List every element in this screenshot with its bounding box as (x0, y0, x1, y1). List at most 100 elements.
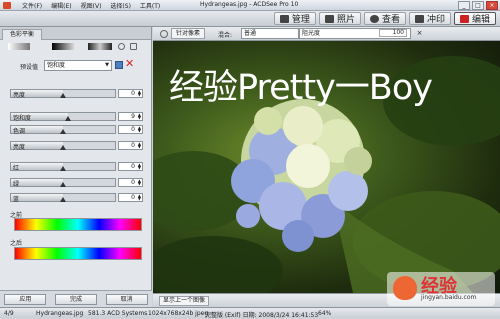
slider-thumb[interactable] (60, 93, 66, 98)
cancel-button[interactable]: 取消 (105, 293, 148, 305)
preset-dropdown[interactable]: 饱和度 ▼ (44, 60, 112, 71)
slider-row: 蓝 0 ▲ ▼ (10, 191, 143, 203)
spinner-icon[interactable]: ▲ ▼ (138, 142, 141, 149)
spinner-icon[interactable]: ▲ ▼ (138, 126, 141, 133)
slider-value-input[interactable]: 0 ▲ ▼ (118, 193, 143, 202)
slider-label: 饱和度 (13, 115, 32, 122)
gradient-swatch[interactable] (8, 43, 30, 50)
slider-row: 红 0 ▲ ▼ (10, 160, 143, 172)
slider-track[interactable]: 饱和度 (10, 112, 116, 122)
slider-row: 亮度 0 ▲ ▼ (10, 87, 143, 99)
spinner-icon[interactable]: ▲ ▼ (138, 163, 141, 170)
grid-icon (279, 14, 289, 23)
slider-track[interactable]: 亮度 (10, 141, 116, 151)
title-bar: 文件(F) 编辑(E) 视图(V) 选择(S) 工具(T) Hydrangeas… (0, 0, 500, 11)
target-icon[interactable] (160, 30, 168, 38)
photo-icon (324, 14, 334, 23)
close-button[interactable]: × (486, 1, 498, 10)
chevron-down-icon: ▼ (105, 62, 109, 68)
window-title: Hydrangeas.jpg - ACDSee Pro 10 (200, 1, 299, 8)
develop-icon (414, 14, 424, 23)
slider-thumb[interactable] (60, 182, 66, 187)
done-button[interactable]: 完成 (54, 293, 97, 305)
reset-icon[interactable] (118, 43, 125, 50)
spinner-icon[interactable]: ▲ ▼ (138, 179, 141, 186)
image-viewer: 针对像素 混合: 普通 阻光度 100 × 经验Pretty一Boy 显示上一个… (153, 27, 500, 307)
blend-label: 混合: (218, 32, 233, 39)
spinner-icon[interactable]: ▲ ▼ (138, 194, 141, 201)
hydrangea-photo: 经验Pretty一Boy (153, 41, 500, 293)
overlay-text: 经验Pretty一Boy (169, 68, 433, 108)
tab-color-balance[interactable]: 色彩平衡 (2, 29, 42, 40)
watermark-url: jingyan.baidu.com (421, 294, 477, 301)
slider-value-input[interactable]: 0 ▲ ▼ (118, 162, 143, 171)
slider-value-input[interactable]: 0 ▲ ▼ (118, 89, 143, 98)
eye-icon (369, 14, 379, 23)
apply-button[interactable]: 应用 (4, 293, 47, 305)
gradient-swatch[interactable] (52, 43, 76, 50)
spinner-icon[interactable]: ▲ ▼ (138, 90, 141, 97)
slider-value-input[interactable]: 0 ▲ ▼ (118, 178, 143, 187)
slider-label: 亮度 (13, 92, 26, 99)
edit-icon (459, 14, 469, 23)
file-size: 581.3 ACD Systems (88, 310, 148, 317)
watermark: 经验 jingyan.baidu.com (387, 272, 495, 306)
preset-label: 预设值 (20, 64, 39, 71)
slider-row: 饱和度 9 ▲ ▼ (10, 110, 143, 122)
slider-label: 绿 (13, 181, 20, 188)
menu-file[interactable]: 文件(F) (22, 1, 42, 10)
slider-track[interactable]: 绿 (10, 178, 116, 188)
slider-value-input[interactable]: 0 ▲ ▼ (118, 141, 143, 150)
slider-thumb[interactable] (60, 145, 66, 150)
previous-image-button[interactable]: 显示上一个图像 (159, 296, 210, 306)
slider-track[interactable]: 红 (10, 162, 116, 172)
menu-select[interactable]: 选择(S) (110, 1, 131, 10)
slider-label: 红 (13, 165, 20, 172)
color-balance-panel: 色彩平衡 预设值 饱和度 ▼ ✕ 亮度 0 ▲ ▼ 饱和度 9 ▲ ▼ 色调 0 ▲ ▼ 亮度 0 ▲ ▼ 红 0 ▲… (0, 27, 152, 307)
menu-tools[interactable]: 工具(T) (140, 1, 160, 10)
slider-value-input[interactable]: 9 ▲ ▼ (118, 112, 143, 121)
menu-bar: 文件(F) 编辑(E) 视图(V) 选择(S) 工具(T) (22, 1, 160, 10)
close-icon[interactable]: × (415, 29, 424, 38)
menu-view[interactable]: 视图(V) (81, 1, 102, 10)
slider-thumb[interactable] (60, 197, 66, 202)
mode-manage-button[interactable]: 管理 (273, 12, 316, 25)
opacity-input[interactable]: 100 (379, 29, 407, 37)
blend-dropdown[interactable]: 普通 (241, 28, 299, 39)
slider-thumb[interactable] (65, 116, 72, 121)
slider-thumb[interactable] (60, 166, 66, 171)
spinner-icon[interactable]: ▲ ▼ (138, 113, 141, 120)
mode-bar: 管理 照片 查看 冲印 编辑 (0, 11, 500, 27)
paw-logo-icon (393, 276, 417, 300)
slider-value-input[interactable]: 0 ▲ ▼ (118, 125, 143, 134)
slider-row: 色调 0 ▲ ▼ (10, 123, 143, 135)
slider-track[interactable]: 色调 (10, 125, 116, 135)
mode-photos-button[interactable]: 照片 (318, 12, 361, 25)
slider-label: 色调 (13, 128, 26, 135)
slider-track[interactable]: 蓝 (10, 193, 116, 203)
mode-develop-button[interactable]: 冲印 (408, 12, 451, 25)
slider-thumb[interactable] (60, 129, 66, 134)
save-preset-icon[interactable] (115, 61, 123, 69)
slider-label: 蓝 (13, 196, 20, 203)
slider-row: 亮度 0 ▲ ▼ (10, 139, 143, 151)
delete-preset-icon[interactable]: ✕ (125, 58, 134, 70)
gradient-swatch[interactable] (88, 43, 112, 50)
file-name: Hydrangeas.jpg (36, 310, 84, 317)
image-index: 4/9 (4, 310, 14, 317)
tool-row (0, 41, 152, 53)
maximize-button[interactable]: □ (472, 1, 484, 10)
app-logo-icon (3, 2, 11, 9)
slider-track[interactable]: 亮度 (10, 89, 116, 99)
status-bar: 4/9 Hydrangeas.jpg 581.3 ACD Systems 102… (0, 307, 500, 319)
slider-label: 亮度 (13, 144, 26, 151)
minimize-button[interactable]: _ (458, 1, 470, 10)
mode-view-button[interactable]: 查看 (363, 12, 406, 25)
menu-edit[interactable]: 编辑(E) (51, 1, 71, 10)
pixel-target-button[interactable]: 针对像素 (171, 28, 206, 39)
settings-icon[interactable] (130, 43, 137, 50)
mode-edit-button[interactable]: 编辑 (453, 12, 496, 25)
viewer-toolbar: 针对像素 混合: 普通 阻光度 100 × (153, 27, 500, 41)
after-hue-strip (14, 247, 142, 260)
image-dims: 1024x768x24b jpeg (148, 310, 209, 317)
